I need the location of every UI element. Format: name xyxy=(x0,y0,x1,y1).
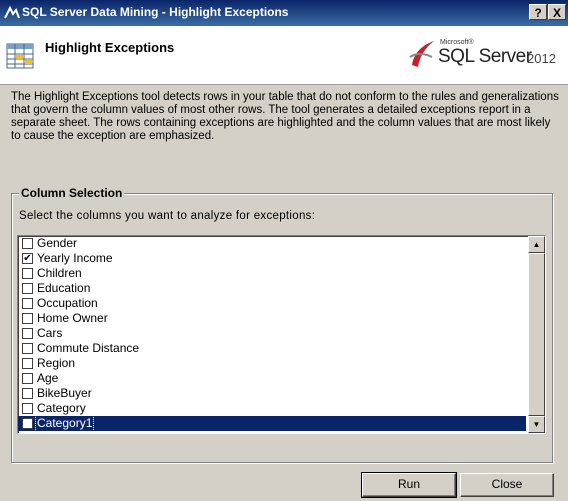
column-list-item[interactable]: Home Owner xyxy=(18,311,526,326)
column-label: Occupation xyxy=(37,296,98,310)
column-checkbox[interactable] xyxy=(22,418,33,429)
column-list-items: Gender ✔ Yearly Income Children Education Occ… xyxy=(18,236,526,432)
close-button[interactable]: Close xyxy=(460,473,554,497)
column-list-item[interactable]: Cars xyxy=(18,326,526,341)
column-list-item[interactable]: BikeBuyer xyxy=(18,386,526,401)
column-list-item[interactable]: ✔ Yearly Income xyxy=(18,251,526,266)
close-window-button[interactable]: X xyxy=(548,4,566,20)
column-list-item[interactable]: Gender xyxy=(18,236,526,251)
grid-table-icon xyxy=(6,43,34,69)
dialog-title: Highlight Exceptions xyxy=(45,40,175,55)
column-checkbox[interactable] xyxy=(22,373,33,384)
column-list-item[interactable]: Occupation xyxy=(18,296,526,311)
column-checkbox[interactable] xyxy=(22,313,33,324)
column-list-item[interactable]: Children xyxy=(18,266,526,281)
scroll-thumb[interactable] xyxy=(528,253,545,416)
column-checkbox[interactable] xyxy=(22,268,33,279)
column-checkbox[interactable] xyxy=(22,403,33,414)
title-bar: SQL Server Data Mining - Highlight Excep… xyxy=(0,0,568,26)
column-list-item[interactable]: Region xyxy=(18,356,526,371)
column-selection-legend: Column Selection xyxy=(19,186,125,200)
dialog-header: Highlight Exceptions Microsoft® SQL Serv… xyxy=(0,26,568,85)
column-label: Commute Distance xyxy=(37,341,140,355)
column-list[interactable]: Gender ✔ Yearly Income Children Education Occ… xyxy=(17,235,546,434)
column-label: Yearly Income xyxy=(37,251,113,265)
column-label: Category xyxy=(37,401,86,415)
column-checkbox[interactable] xyxy=(22,328,33,339)
sql-server-logo-icon xyxy=(409,41,434,67)
window-title: SQL Server Data Mining - Highlight Excep… xyxy=(22,5,289,19)
column-checkbox[interactable] xyxy=(22,283,33,294)
column-label: BikeBuyer xyxy=(37,386,92,400)
column-checkbox[interactable] xyxy=(22,298,33,309)
column-label: Cars xyxy=(37,326,63,340)
column-checkbox[interactable]: ✔ xyxy=(22,253,33,264)
column-list-item[interactable]: Commute Distance xyxy=(18,341,526,356)
version-label: 2012 xyxy=(527,51,556,66)
column-selection-prompt: Select the columns you want to analyze f… xyxy=(19,210,316,222)
column-list-item[interactable]: Age xyxy=(18,371,526,386)
column-checkbox[interactable] xyxy=(22,358,33,369)
column-list-item[interactable]: Education xyxy=(18,281,526,296)
column-list-item[interactable]: Category xyxy=(18,401,526,416)
column-label: Home Owner xyxy=(37,311,108,325)
scroll-down-button[interactable]: ▼ xyxy=(528,416,545,433)
column-checkbox[interactable] xyxy=(22,238,33,249)
column-label: Gender xyxy=(37,236,78,250)
column-label: Age xyxy=(37,371,59,385)
run-button[interactable]: Run xyxy=(361,472,457,498)
column-label: Education xyxy=(37,281,91,295)
tool-description: The Highlight Exceptions tool detects ro… xyxy=(11,91,559,142)
help-button[interactable]: ? xyxy=(529,4,547,20)
product-label: SQL Server xyxy=(438,46,532,67)
column-checkbox[interactable] xyxy=(22,343,33,354)
sql-server-logo: Microsoft® SQL Server 2012 xyxy=(408,36,562,76)
column-label: Category1 xyxy=(35,415,95,432)
column-checkbox[interactable] xyxy=(22,388,33,399)
vertical-scrollbar[interactable]: ▲ ▼ xyxy=(528,236,545,433)
microsoft-label: Microsoft® xyxy=(440,39,474,46)
column-label: Region xyxy=(37,356,76,370)
column-list-item[interactable]: Category1 xyxy=(18,415,526,432)
scroll-up-button[interactable]: ▲ xyxy=(528,236,545,253)
data-mining-icon xyxy=(4,5,20,19)
column-label: Children xyxy=(37,266,82,280)
